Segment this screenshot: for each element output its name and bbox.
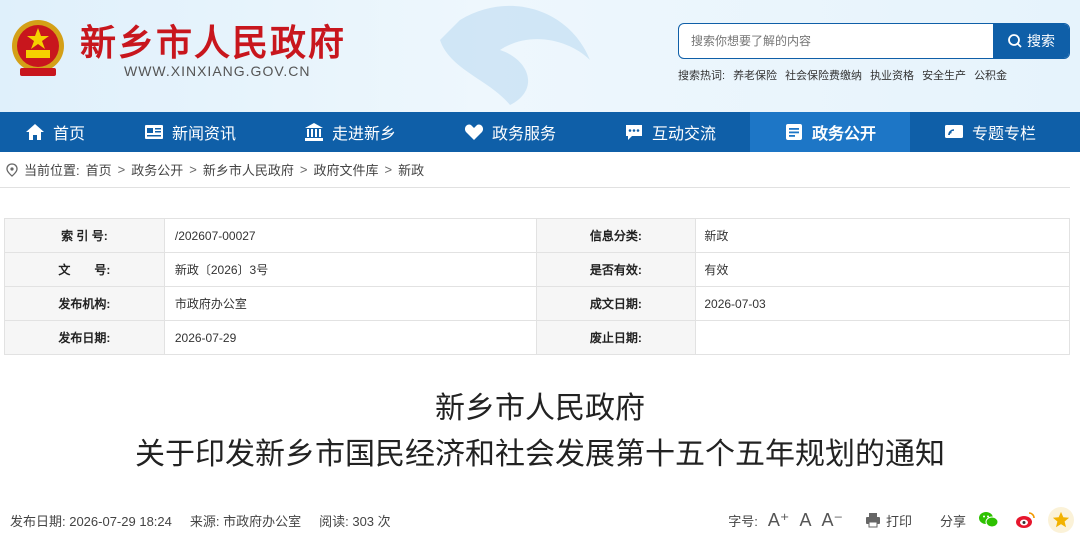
font-size-default-button[interactable]: A (799, 510, 811, 531)
info-label: 废止日期: (535, 320, 697, 355)
heart-icon (464, 124, 484, 140)
font-size-label: 字号: (728, 513, 758, 529)
nav-item-interaction[interactable]: 互动交流 (590, 112, 750, 152)
info-value: 新政 (695, 218, 1070, 253)
breadcrumb-link[interactable]: 新乡市人民政府 (203, 160, 294, 179)
info-label: 文 号: (4, 252, 165, 287)
info-value: 2026-07-29 (163, 320, 537, 355)
info-label: 信息分类: (535, 218, 697, 253)
document-title: 新乡市人民政府 关于印发新乡市国民经济和社会发展第十五个五年规划的通知 (0, 386, 1080, 478)
table-row: 发布机构: 市政府办公室 成文日期: 2026-07-03 (4, 286, 1070, 321)
document-info-table: 索 引 号: /202607-00027 信息分类: 新政 文 号: 新政〔20… (4, 218, 1070, 355)
hot-word[interactable]: 公积金 (974, 67, 1007, 83)
nav-item-label: 新闻资讯 (171, 126, 236, 143)
printer-icon (865, 513, 880, 528)
document-icon (785, 124, 802, 140)
info-value: 2026-07-03 (695, 286, 1070, 321)
building-icon (304, 123, 323, 141)
share-label: 分享 (939, 513, 966, 529)
info-value (695, 320, 1070, 355)
hot-word[interactable]: 养老保险 (733, 67, 777, 83)
info-label: 发布日期: (4, 320, 165, 355)
national-emblem-icon (12, 20, 64, 76)
breadcrumb-link[interactable]: 政务公开 (131, 160, 183, 179)
hot-search-words: 搜索热词: 养老保险 社会保险费缴纳 执业资格 安全生产 公积金 (678, 67, 1007, 83)
nav-item-label: 政务公开 (811, 126, 876, 143)
info-label: 成文日期: (535, 286, 697, 321)
article-source: 来源: 市政府办公室 (189, 513, 302, 529)
info-value: 市政府办公室 (163, 286, 537, 321)
breadcrumb-link[interactable]: 首页 (86, 160, 112, 179)
home-icon (25, 124, 44, 140)
print-label: 打印 (885, 513, 912, 529)
search-input[interactable] (679, 24, 993, 58)
table-row: 文 号: 新政〔2026〕3号 是否有效: 有效 (4, 252, 1070, 287)
search-icon (1008, 34, 1022, 48)
font-size-decrease-button[interactable]: A⁻ (821, 510, 843, 531)
nav-item-label: 互动交流 (651, 126, 716, 143)
search-box: 搜索 (678, 23, 1070, 59)
nav-item-about[interactable]: 走进新乡 (270, 112, 430, 152)
favorite-star-icon[interactable] (1048, 507, 1074, 533)
site-url[interactable]: WWW.XINXIANG.GOV.CN (124, 63, 311, 79)
chat-icon (625, 125, 642, 140)
location-pin-icon (6, 162, 18, 177)
topic-icon (944, 125, 963, 138)
news-icon (144, 125, 163, 139)
site-header: 新乡市人民政府 WWW.XINXIANG.GOV.CN 搜索 搜索热词: 养老保… (0, 0, 1080, 112)
breadcrumb-separator: > (299, 162, 308, 177)
search-button[interactable]: 搜索 (993, 24, 1069, 58)
print-button[interactable]: 打印 (865, 511, 912, 530)
nav-item-home[interactable]: 首页 (0, 112, 110, 152)
info-value: 有效 (695, 252, 1070, 287)
breadcrumb-link[interactable]: 新政 (398, 160, 424, 179)
publish-date: 发布日期: 2026-07-29 18:24 (10, 513, 172, 529)
nav-item-services[interactable]: 政务服务 (430, 112, 590, 152)
nav-item-label: 政务服务 (491, 126, 556, 143)
nav-item-open-government[interactable]: 政务公开 (750, 112, 910, 152)
hot-word[interactable]: 安全生产 (922, 67, 966, 83)
document-title-line1: 新乡市人民政府 (435, 391, 645, 426)
hot-word[interactable]: 执业资格 (870, 67, 914, 83)
nav-item-label: 走进新乡 (331, 126, 396, 143)
table-row: 索 引 号: /202607-00027 信息分类: 新政 (4, 218, 1070, 253)
nav-item-topics[interactable]: 专题专栏 (910, 112, 1070, 152)
wechat-share-icon[interactable] (976, 507, 1002, 533)
info-label: 发布机构: (4, 286, 165, 321)
site-title[interactable]: 新乡市人民政府 (80, 14, 346, 66)
article-meta-bar: 发布日期: 2026-07-29 18:24 来源: 市政府办公室 阅读: 30… (10, 507, 1074, 533)
breadcrumb-prefix: 当前位置: (24, 163, 80, 178)
hot-word[interactable]: 社会保险费缴纳 (785, 67, 862, 83)
nav-item-label: 专题专栏 (971, 126, 1036, 143)
font-size-increase-button[interactable]: A⁺ (768, 510, 790, 531)
nav-item-label: 首页 (52, 126, 85, 143)
breadcrumb: 当前位置: 首页 > 政务公开 > 新乡市人民政府 > 政府文件库 > 新政 (0, 152, 1070, 188)
main-nav: 首页 新闻资讯 走进新乡 政务服务 互动交流 政务公开 专题专栏 (0, 112, 1080, 152)
breadcrumb-separator: > (117, 162, 126, 177)
breadcrumb-link[interactable]: 政府文件库 (313, 160, 378, 179)
breadcrumb-separator: > (189, 162, 197, 177)
search-button-label: 搜索 (1027, 33, 1055, 49)
table-row: 发布日期: 2026-07-29 废止日期: (4, 320, 1070, 355)
nav-item-news[interactable]: 新闻资讯 (110, 112, 270, 152)
info-label: 索 引 号: (4, 218, 165, 253)
info-value: /202607-00027 (163, 218, 537, 253)
info-label: 是否有效: (535, 252, 697, 287)
view-count: 阅读: 303 次 (319, 513, 391, 529)
hot-search-label: 搜索热词: (678, 70, 726, 82)
weibo-share-icon[interactable] (1012, 507, 1038, 533)
info-value: 新政〔2026〕3号 (163, 252, 537, 287)
breadcrumb-separator: > (384, 162, 393, 177)
document-title-line2: 关于印发新乡市国民经济和社会发展第十五个五年规划的通知 (135, 437, 945, 472)
decorative-crane-logo (440, 5, 590, 105)
